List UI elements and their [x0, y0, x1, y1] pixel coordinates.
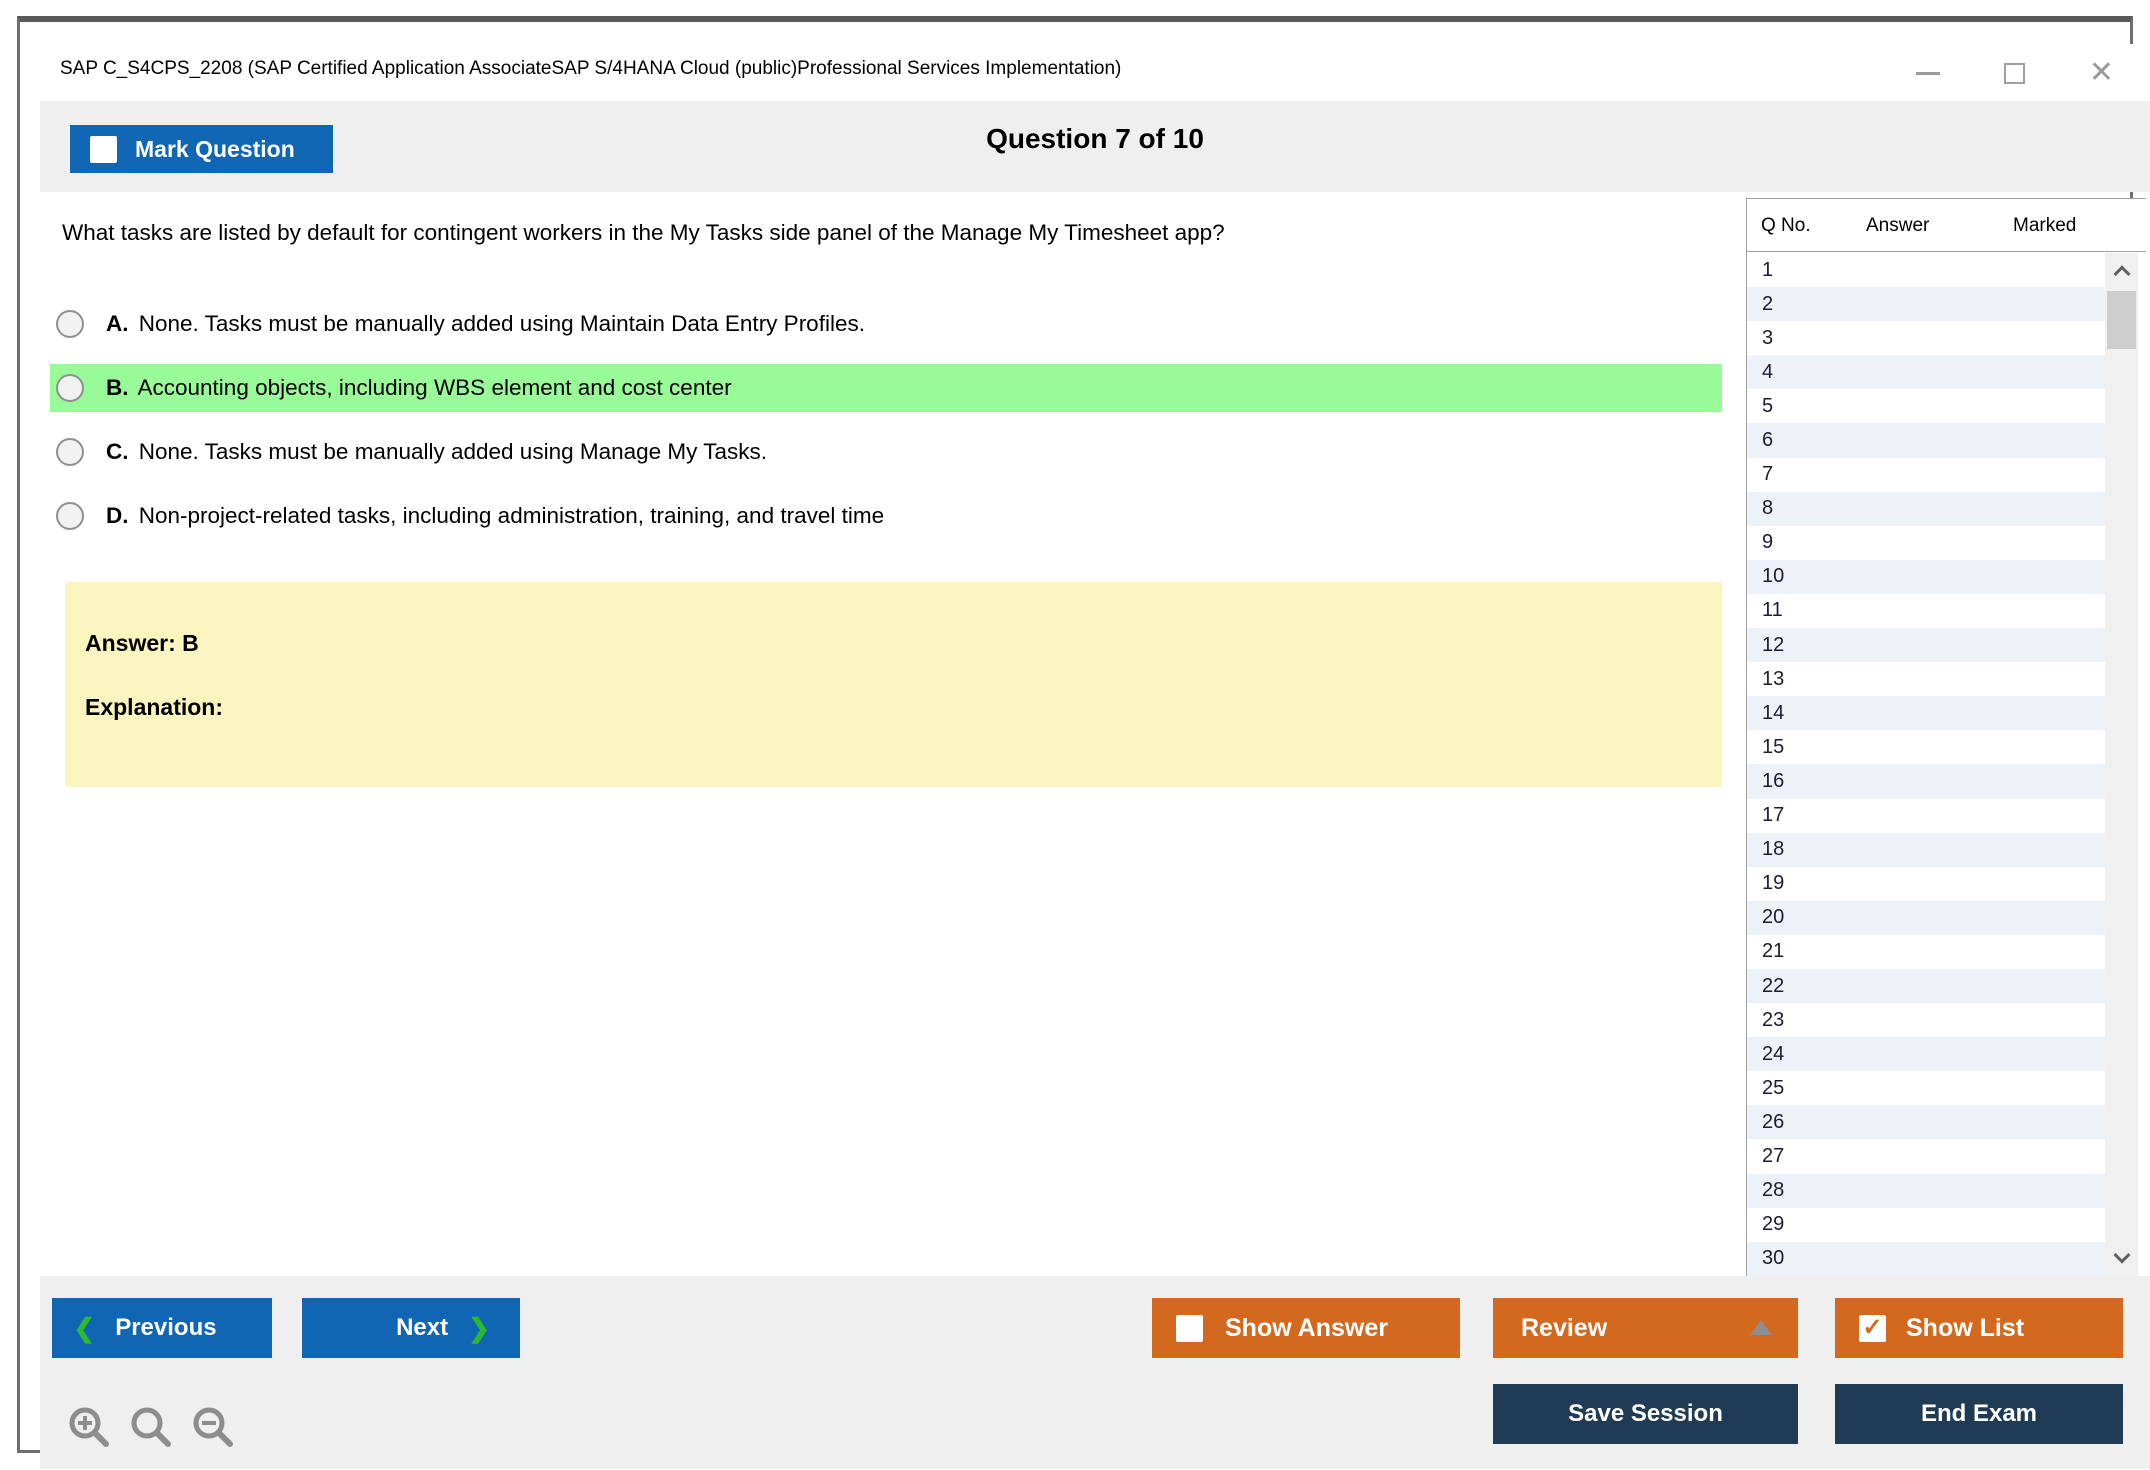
end-exam-label: End Exam: [1920, 1400, 2038, 1427]
review-button[interactable]: Review: [1493, 1298, 1798, 1358]
question-counter: Question 7 of 10: [986, 123, 1204, 154]
save-session-label: Save Session: [1568, 1400, 1723, 1427]
header-strip: Question 7 of 10 Mark Question: [40, 101, 2150, 192]
question-list-row[interactable]: 27: [1747, 1139, 2105, 1174]
question-list-row[interactable]: 19: [1747, 866, 2105, 901]
scroll-up-icon[interactable]: [2105, 253, 2138, 289]
radio-button[interactable]: [56, 502, 84, 530]
option-text: C. None. Tasks must be manually added us…: [106, 439, 768, 464]
question-list-row[interactable]: 5: [1747, 389, 2105, 424]
question-list-row[interactable]: 30: [1747, 1241, 2105, 1276]
question-list-row[interactable]: 4: [1747, 355, 2105, 390]
question-list-row[interactable]: 1: [1747, 253, 2105, 288]
option-row-b[interactable]: B. Accounting objects, including WBS ele…: [50, 364, 1722, 412]
question-list-row[interactable]: 7: [1747, 457, 2105, 492]
column-answer: Answer: [1866, 215, 1930, 236]
column-marked: Marked: [2013, 215, 2077, 236]
options-list: A. None. Tasks must be manually added us…: [50, 300, 1722, 540]
mark-question-button[interactable]: Mark Question: [70, 125, 333, 173]
next-button[interactable]: Next ❯: [302, 1298, 520, 1358]
chevron-right-icon: ❯: [468, 1312, 490, 1343]
option-row-c[interactable]: C. None. Tasks must be manually added us…: [50, 428, 1722, 476]
chevron-left-icon: ❮: [73, 1312, 96, 1343]
question-text: What tasks are listed by default for con…: [62, 220, 1225, 245]
question-list-row[interactable]: 21: [1747, 934, 2105, 969]
question-list-panel: Q No. Answer Marked 1 2 3 4 5 6 7 8 9 10 11 12 13 14 1…: [1746, 198, 2146, 1276]
answer-box: Answer: B Explanation:: [65, 582, 1722, 787]
minimize-icon[interactable]: [1915, 71, 1940, 75]
question-list-row[interactable]: 14: [1747, 696, 2105, 731]
question-list-row[interactable]: 16: [1747, 764, 2105, 799]
question-list-row[interactable]: 25: [1747, 1071, 2105, 1106]
answer-label: Answer: B: [85, 630, 199, 656]
previous-button[interactable]: ❮ Previous: [52, 1298, 272, 1358]
question-list-row[interactable]: 8: [1747, 491, 2105, 526]
question-list-row[interactable]: 3: [1747, 321, 2105, 356]
question-list-row[interactable]: 29: [1747, 1207, 2105, 1242]
window-controls: ✕: [1915, 50, 2114, 96]
question-list-row[interactable]: 28: [1747, 1173, 2105, 1208]
option-text: D. Non-project-related tasks, including …: [106, 503, 885, 528]
exam-simulator-app: SAP C_S4CPS_2208 (SAP Certified Applicat…: [0, 0, 2150, 1470]
question-list-row[interactable]: 6: [1747, 423, 2105, 458]
bottom-toolbar: ❮ Previous Next ❯ Show Answer Review ✓ S…: [40, 1276, 2150, 1469]
maximize-icon[interactable]: [2003, 62, 2025, 84]
show-list-button[interactable]: ✓ Show List: [1835, 1298, 2123, 1358]
mark-question-label: Mark Question: [135, 135, 295, 162]
checkmark-icon: ✓: [1862, 1314, 1883, 1341]
title-bar: SAP C_S4CPS_2208 (SAP Certified Applicat…: [40, 44, 2150, 101]
show-answer-label: Show Answer: [1225, 1313, 1388, 1342]
option-text: A. None. Tasks must be manually added us…: [106, 311, 865, 336]
show-answer-button[interactable]: Show Answer: [1152, 1298, 1460, 1358]
scrollbar-thumb[interactable]: [2107, 291, 2136, 349]
zoom-reset-icon[interactable]: [128, 1404, 174, 1450]
question-list-header: Q No. Answer Marked: [1747, 199, 2146, 252]
question-list-row[interactable]: 18: [1747, 832, 2105, 867]
question-list-row[interactable]: 9: [1747, 525, 2105, 560]
question-list-row[interactable]: 22: [1747, 968, 2105, 1004]
app-window: SAP C_S4CPS_2208 (SAP Certified Applicat…: [17, 16, 2150, 1469]
question-list-rows: 1 2 3 4 5 6 7 8 9 10 11 12 13 14 15 16 17 18 19 20 21 22 23 24 2…: [1747, 253, 2105, 1276]
question-list-row[interactable]: 17: [1747, 798, 2105, 833]
question-list-row[interactable]: 11: [1747, 593, 2105, 629]
previous-label: Previous: [115, 1314, 217, 1341]
option-text: B. Accounting objects, including WBS ele…: [106, 375, 732, 400]
radio-button[interactable]: [56, 438, 84, 466]
question-list-row[interactable]: 26: [1747, 1105, 2105, 1140]
question-list-row[interactable]: 24: [1747, 1037, 2105, 1072]
show-list-label: Show List: [1906, 1313, 2025, 1342]
option-row-d[interactable]: D. Non-project-related tasks, including …: [50, 492, 1722, 540]
option-row-a[interactable]: A. None. Tasks must be manually added us…: [50, 300, 1722, 348]
question-list-row[interactable]: 15: [1747, 730, 2105, 765]
zoom-in-icon[interactable]: [66, 1404, 112, 1450]
close-icon[interactable]: ✕: [2089, 58, 2114, 88]
question-list-row[interactable]: 12: [1747, 628, 2105, 663]
next-label: Next: [396, 1314, 449, 1341]
question-list-row[interactable]: 20: [1747, 900, 2105, 935]
column-qno: Q No.: [1761, 215, 1811, 236]
show-list-checkbox[interactable]: ✓: [1859, 1314, 1886, 1342]
scroll-down-icon[interactable]: [2105, 1240, 2138, 1276]
question-list-row[interactable]: 23: [1747, 1003, 2105, 1038]
question-list-row[interactable]: 10: [1747, 559, 2105, 594]
mark-question-checkbox[interactable]: [90, 135, 117, 163]
question-list-row[interactable]: 2: [1747, 287, 2105, 322]
explanation-label: Explanation:: [85, 694, 224, 720]
zoom-out-icon[interactable]: [190, 1404, 236, 1450]
scrollbar[interactable]: [2105, 253, 2138, 1276]
show-answer-checkbox[interactable]: [1176, 1314, 1203, 1342]
end-exam-button[interactable]: End Exam: [1835, 1384, 2123, 1444]
save-session-button[interactable]: Save Session: [1493, 1384, 1798, 1444]
question-list-row[interactable]: 13: [1747, 662, 2105, 697]
window-title: SAP C_S4CPS_2208 (SAP Certified Applicat…: [60, 58, 1122, 79]
radio-button[interactable]: [56, 374, 84, 402]
radio-button[interactable]: [56, 310, 84, 338]
review-label: Review: [1521, 1313, 1608, 1342]
triangle-up-icon: [1750, 1320, 1772, 1335]
zoom-tools: [66, 1404, 236, 1450]
